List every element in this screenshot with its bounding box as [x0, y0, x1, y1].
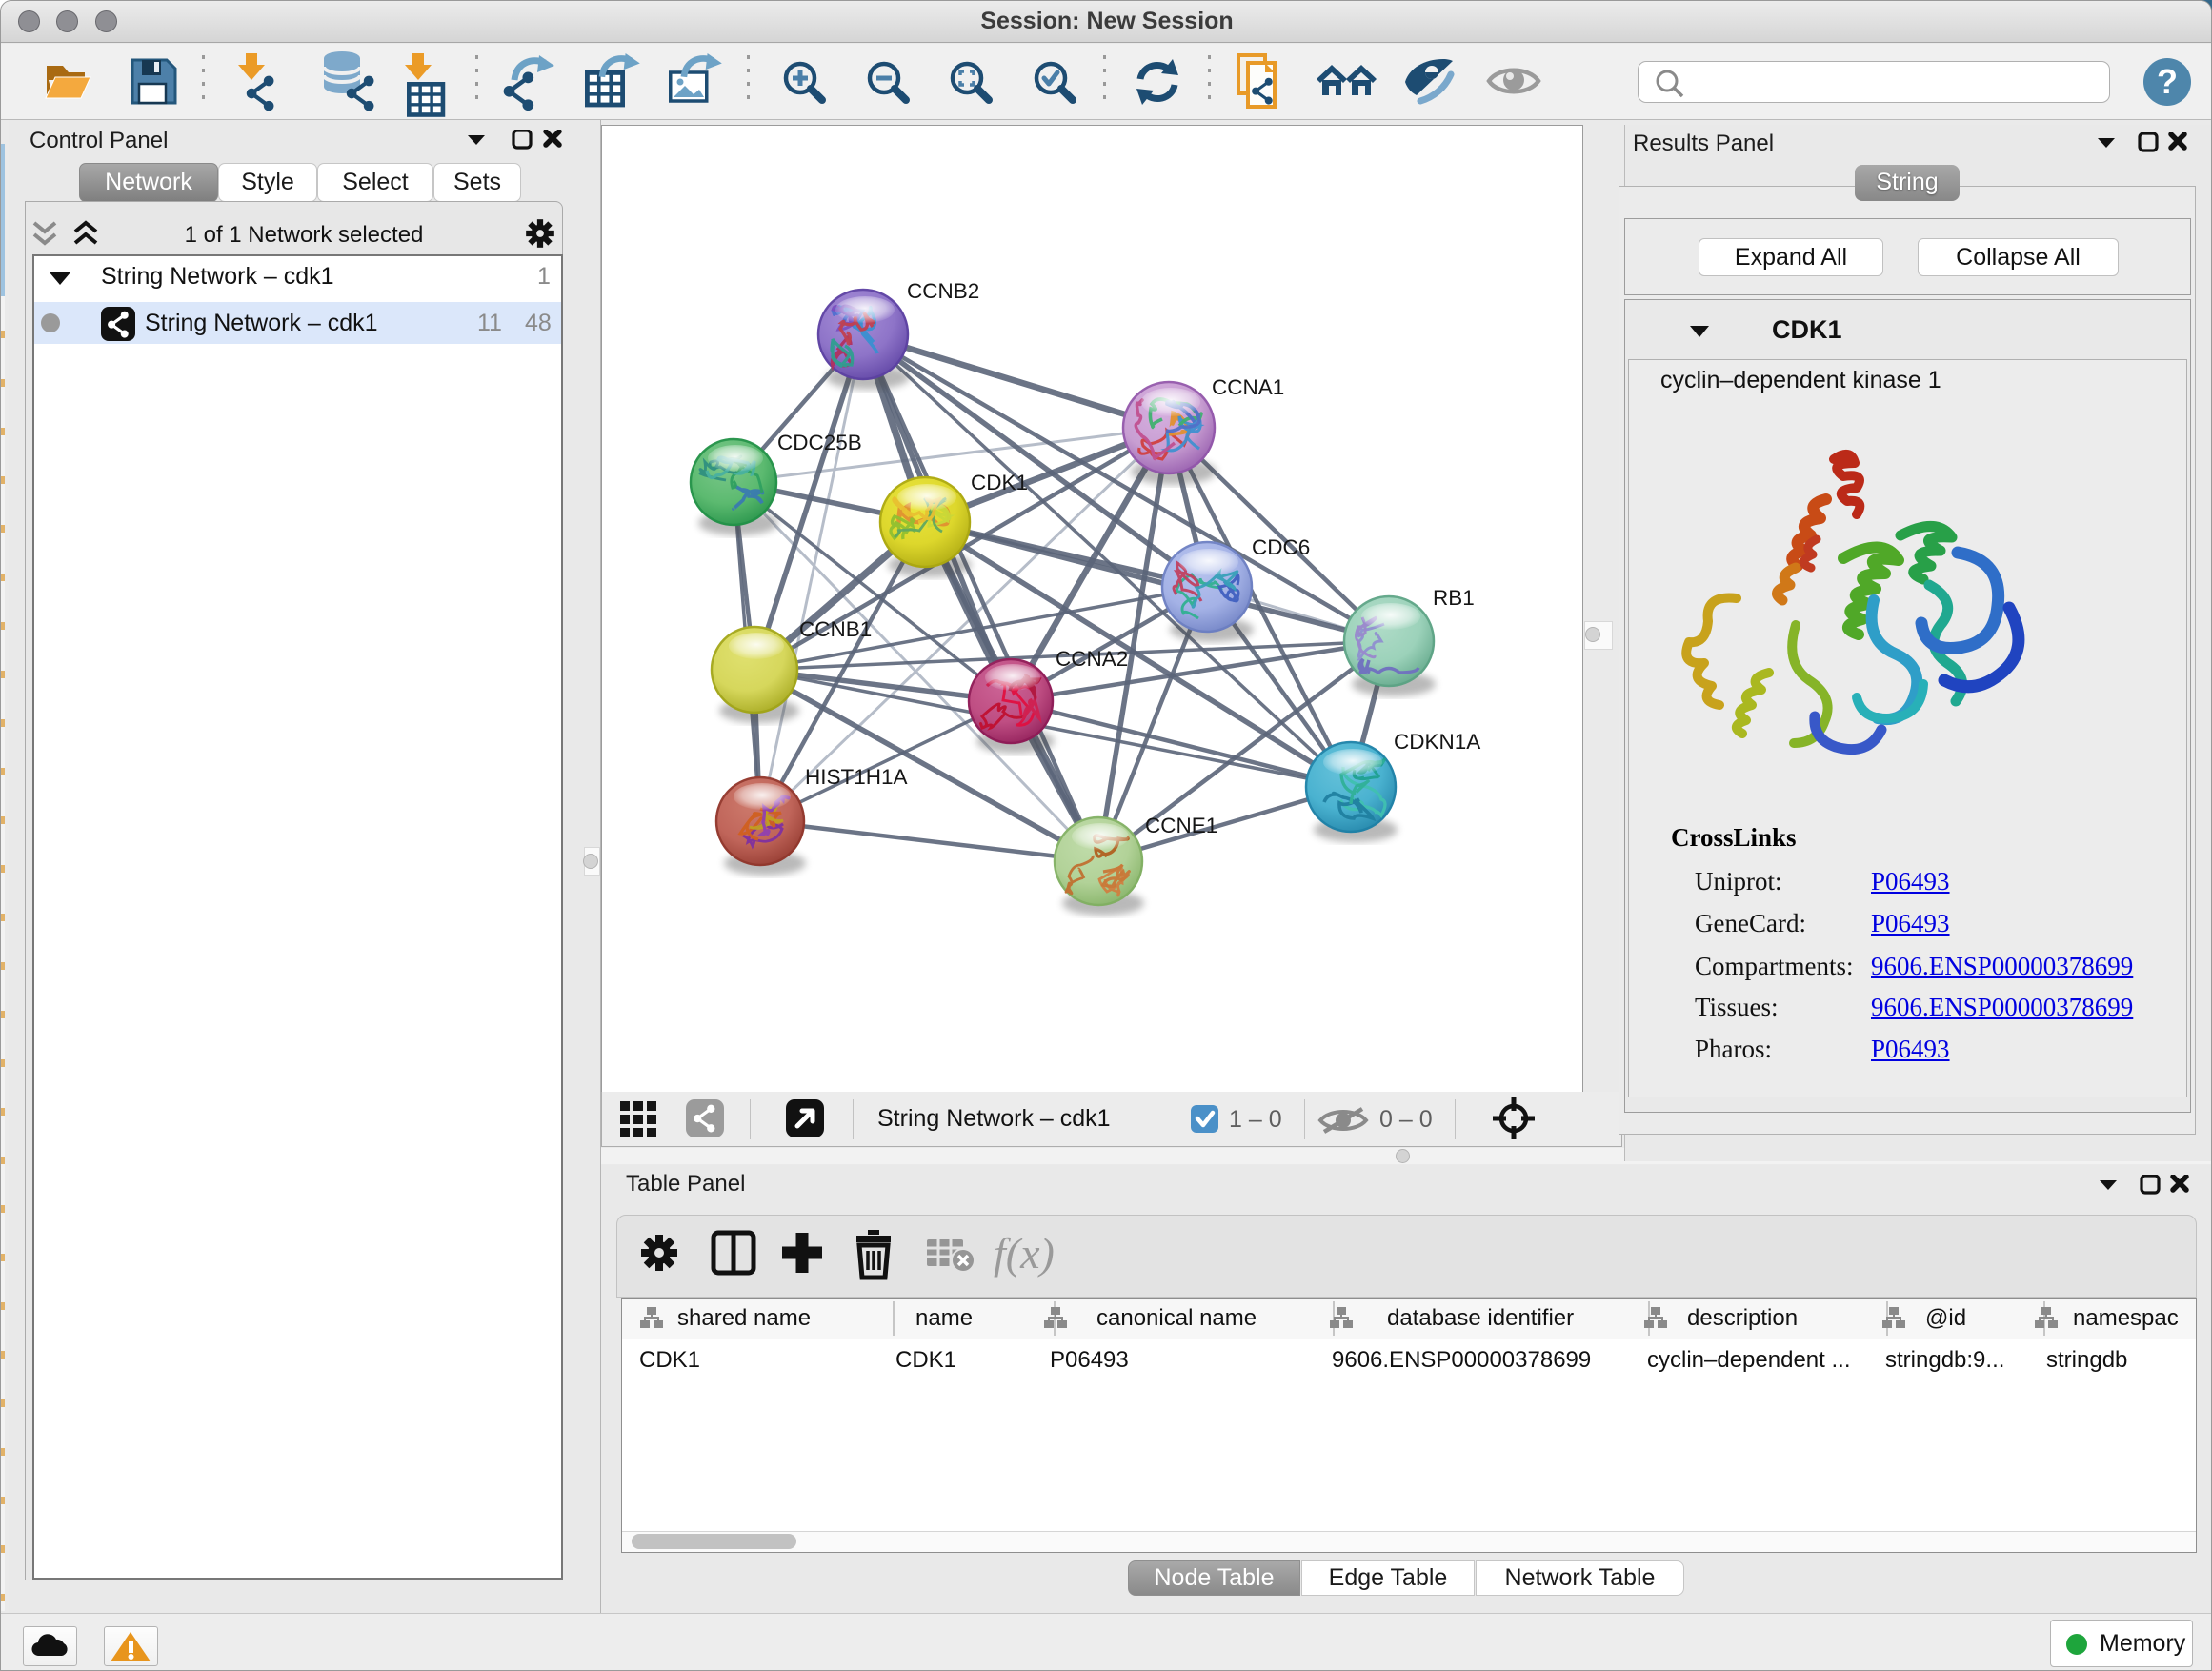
svg-text:CCNA2: CCNA2 [1056, 647, 1128, 671]
svg-text:CCNB2: CCNB2 [907, 279, 979, 303]
svg-text:CCNE1: CCNE1 [1145, 814, 1217, 837]
svg-text:CCNA1: CCNA1 [1212, 375, 1284, 399]
svg-text:CDKN1A: CDKN1A [1394, 730, 1480, 754]
svg-text:CDK1: CDK1 [971, 471, 1028, 494]
svg-text:HIST1H1A: HIST1H1A [805, 765, 908, 789]
svg-text:CDC6: CDC6 [1252, 535, 1310, 559]
svg-text:CDC25B: CDC25B [777, 431, 862, 454]
svg-text:f(x): f(x) [994, 1229, 1055, 1278]
svg-text:CCNB1: CCNB1 [799, 617, 872, 641]
svg-text:RB1: RB1 [1433, 586, 1475, 610]
svg-text:?: ? [2157, 62, 2178, 101]
